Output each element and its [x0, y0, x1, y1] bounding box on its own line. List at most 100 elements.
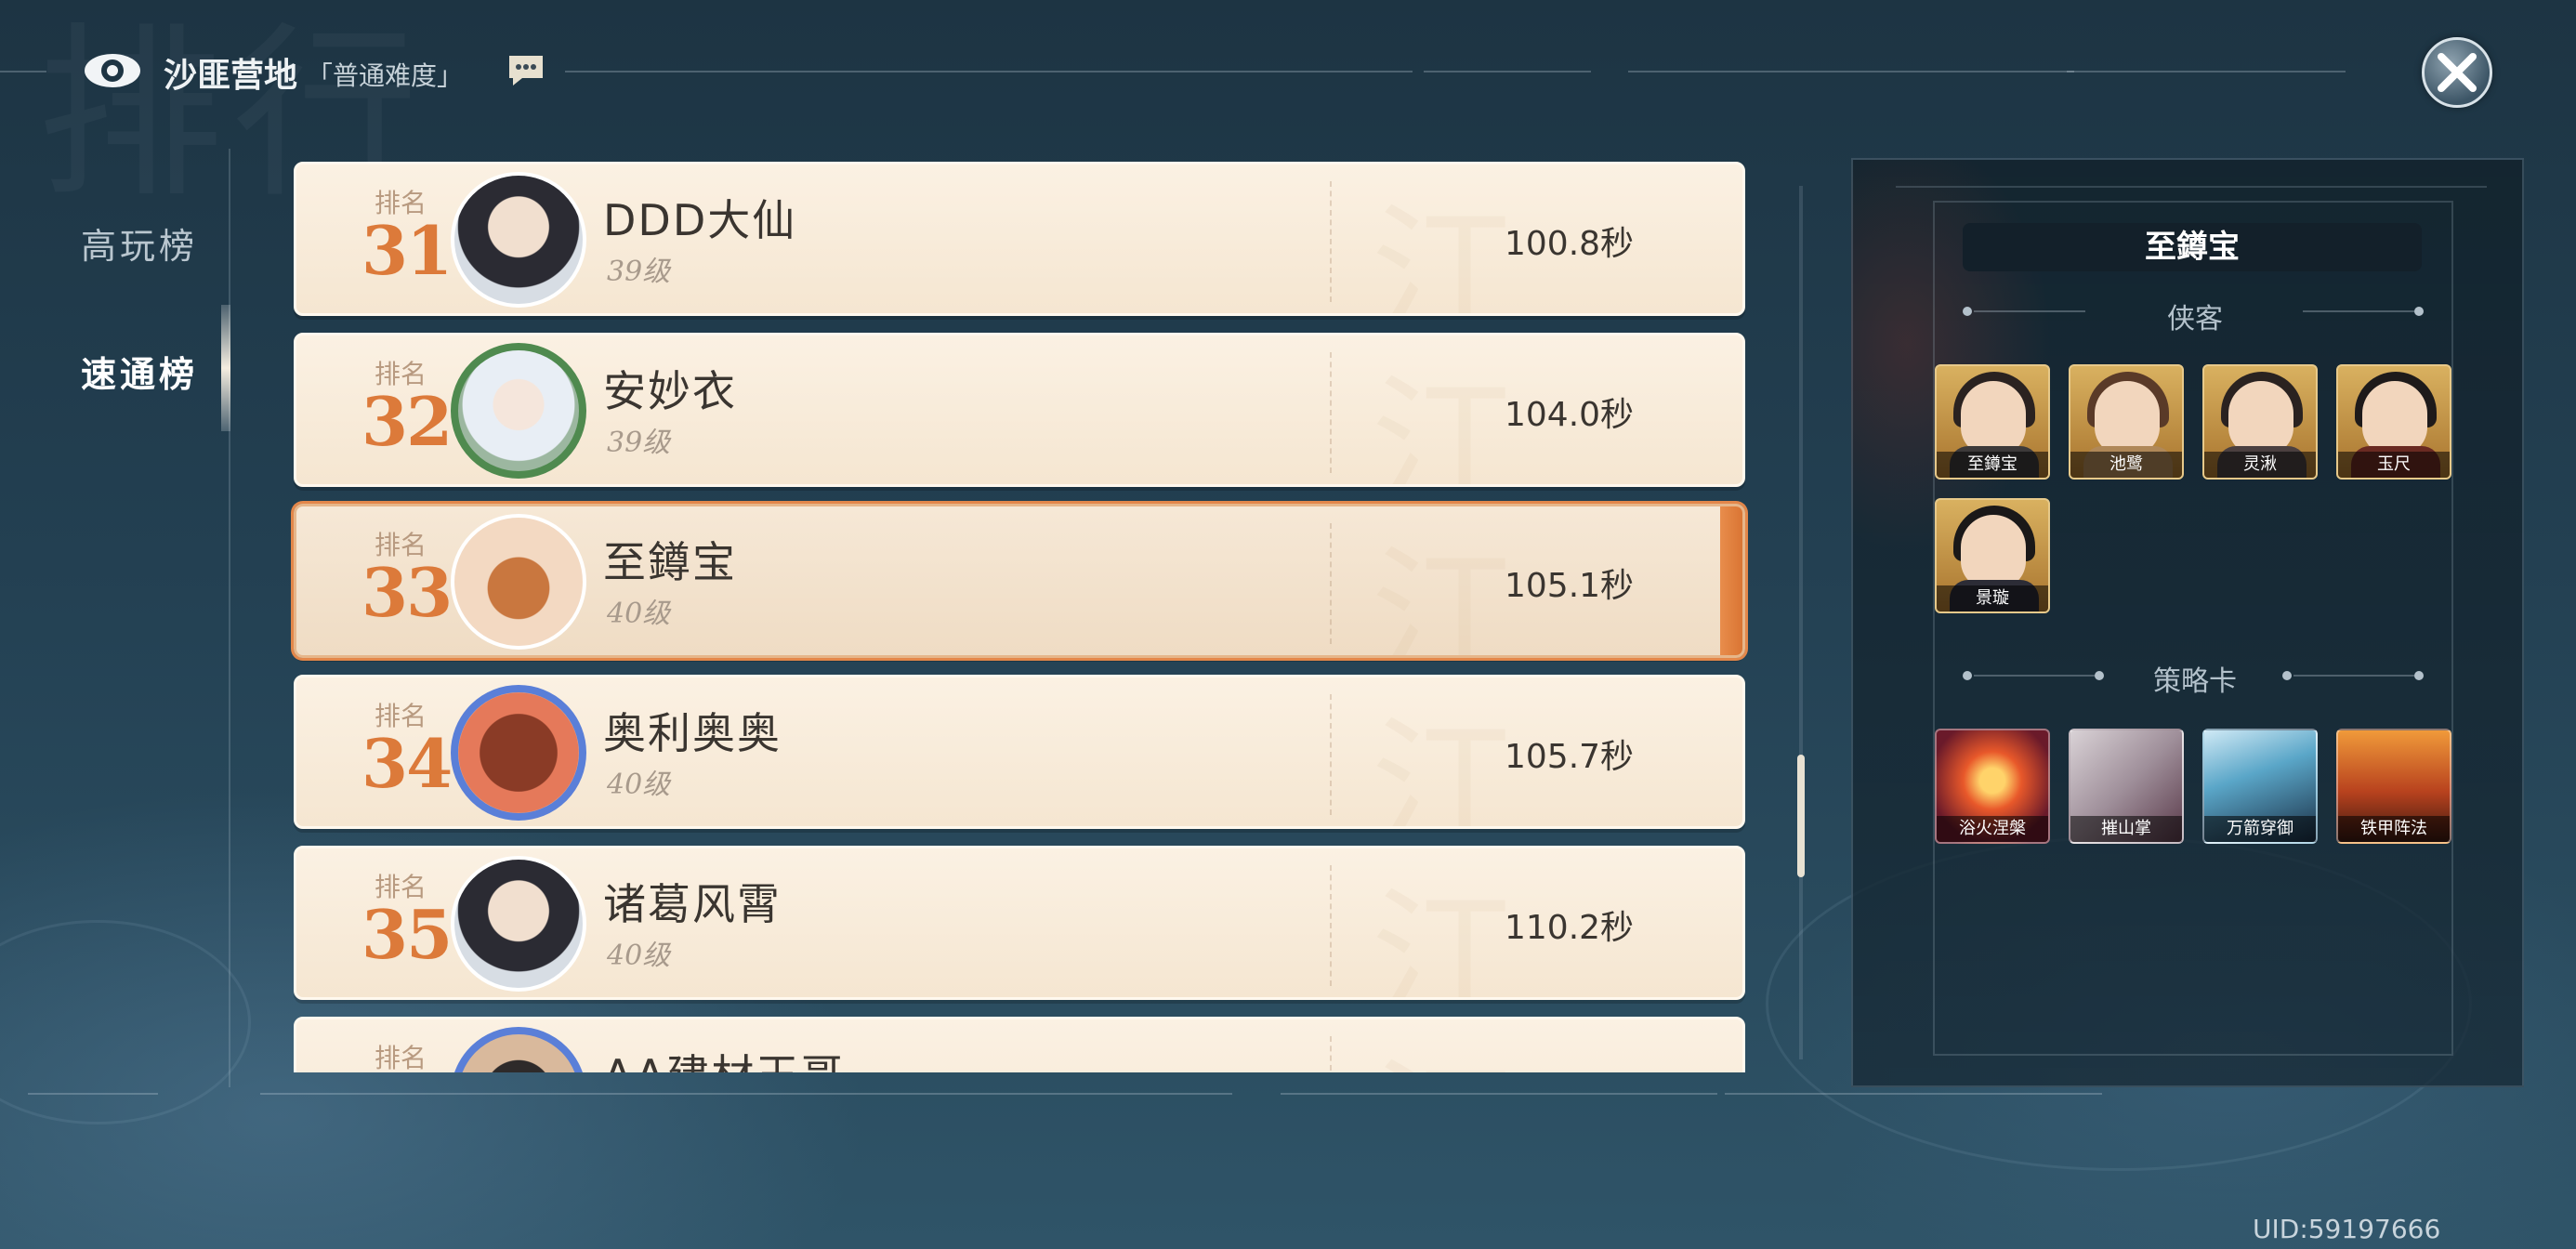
- clear-time: 110.2秒: [1505, 909, 1635, 947]
- hero-portrait: [2362, 381, 2427, 455]
- section-line: [1974, 675, 2095, 677]
- top-divider: [1424, 71, 1591, 72]
- hero-portrait: [1961, 381, 2026, 455]
- row-divider: [1330, 694, 1332, 815]
- clear-time: 105.7秒: [1505, 738, 1635, 776]
- chat-icon[interactable]: [506, 52, 546, 89]
- row-watermark: 江: [1370, 873, 1519, 1000]
- player-name: 奥利奥奥: [603, 708, 782, 758]
- strategy-card[interactable]: 浴火涅槃: [1935, 729, 2050, 844]
- card-name: 摧山掌: [2070, 816, 2182, 842]
- detail-player-name: 至鐏宝: [1963, 223, 2422, 271]
- ranking-row[interactable]: 江 排名 34 奥利奥奥 40级 105.7秒: [294, 675, 1745, 829]
- ranking-row[interactable]: 江 排名 31 DDD大仙 39级 100.8秒: [294, 162, 1745, 316]
- hero-name: 景璇: [1937, 585, 2048, 611]
- row-watermark: 江: [1370, 531, 1519, 658]
- eye-icon[interactable]: [82, 50, 143, 91]
- hero-name: 玉尺: [2338, 452, 2450, 478]
- ranking-row[interactable]: 江 排名 35 诸葛风霄 40级 110.2秒: [294, 846, 1745, 1000]
- heroes-section-title: 侠客: [2167, 303, 2223, 335]
- sidebar-divider: [229, 149, 230, 1087]
- selected-marker: [1720, 506, 1742, 655]
- section-dot: [1963, 671, 1972, 680]
- player-name: DDD大仙: [603, 195, 797, 245]
- ranking-row[interactable]: 江 排名 32 安妙衣 39级 104.0秒: [294, 333, 1745, 487]
- section-dot: [2414, 307, 2424, 316]
- top-divider: [565, 71, 1413, 72]
- bottom-divider: [260, 1093, 1232, 1095]
- section-dot: [2282, 671, 2292, 680]
- player-name: 诸葛风霄: [603, 879, 782, 929]
- section-dot: [2414, 671, 2424, 680]
- ranking-row[interactable]: 江 排名 AA建材王哥: [294, 1017, 1745, 1072]
- player-name: 安妙衣: [603, 366, 737, 416]
- page-title: 沙匪营地: [164, 57, 298, 95]
- hero-card[interactable]: 玉尺: [2336, 364, 2451, 480]
- row-watermark: 江: [1370, 189, 1519, 316]
- avatar[interactable]: [451, 1027, 586, 1072]
- ranking-list[interactable]: 江 排名 31 DDD大仙 39级 100.8秒 江 排名 32 安妙衣 39级…: [288, 154, 1784, 1072]
- tab-speedrun[interactable]: 速通榜: [56, 346, 223, 397]
- cards-section-title: 策略卡: [2153, 665, 2237, 698]
- player-name: 至鐏宝: [603, 537, 737, 587]
- top-divider: [2067, 71, 2346, 72]
- hero-name: 灵湫: [2204, 452, 2316, 478]
- top-divider: [0, 71, 46, 72]
- bottom-divider: [1281, 1093, 1717, 1095]
- bottom-divider: [1725, 1093, 2102, 1095]
- row-divider: [1330, 523, 1332, 644]
- section-line: [2293, 675, 2414, 677]
- avatar[interactable]: [451, 856, 586, 992]
- avatar[interactable]: [451, 172, 586, 308]
- row-watermark: 江: [1370, 702, 1519, 829]
- card-name: 铁甲阵法: [2338, 816, 2450, 842]
- hero-name: 至鐏宝: [1937, 452, 2048, 478]
- user-id: UID:59197666: [2253, 1214, 2441, 1244]
- row-divider: [1330, 1036, 1332, 1072]
- player-name: AA建材王哥: [603, 1042, 845, 1072]
- scrollbar-track[interactable]: [1799, 186, 1803, 1059]
- row-watermark: 江: [1370, 360, 1519, 487]
- hero-portrait: [2095, 381, 2160, 455]
- hero-card[interactable]: 灵湫: [2202, 364, 2318, 480]
- hero-card[interactable]: 景璇: [1935, 498, 2050, 613]
- hero-card[interactable]: 池鹭: [2069, 364, 2184, 480]
- rank-number: 32: [361, 382, 453, 461]
- section-dot: [1963, 307, 1972, 316]
- row-divider: [1330, 865, 1332, 986]
- rank-number: 34: [361, 724, 453, 803]
- section-line: [2303, 310, 2414, 312]
- hero-name: 池鹭: [2070, 452, 2182, 478]
- clear-time: 104.0秒: [1505, 396, 1635, 434]
- tab-high-score[interactable]: 高玩榜: [56, 217, 223, 269]
- rank-number: 31: [361, 211, 453, 290]
- row-divider: [1330, 352, 1332, 473]
- avatar[interactable]: [451, 343, 586, 479]
- active-tab-indicator: [221, 305, 230, 431]
- strategy-card[interactable]: 铁甲阵法: [2336, 729, 2451, 844]
- strategy-card[interactable]: 摧山掌: [2069, 729, 2184, 844]
- bottom-divider: [28, 1093, 158, 1095]
- avatar[interactable]: [451, 514, 586, 650]
- strategy-card[interactable]: 万箭穿御: [2202, 729, 2318, 844]
- hero-card[interactable]: 至鐏宝: [1935, 364, 2050, 480]
- close-button[interactable]: [2422, 37, 2492, 108]
- ranking-row-selected[interactable]: 江 排名 33 至鐏宝 40级 105.1秒: [294, 504, 1745, 658]
- close-icon: [2438, 53, 2477, 92]
- clear-time: 105.1秒: [1505, 567, 1635, 605]
- row-divider: [1330, 181, 1332, 302]
- player-level: 40级: [607, 769, 671, 801]
- top-divider: [1628, 71, 2074, 72]
- difficulty-label: 「普通难度」: [307, 60, 464, 91]
- panel-top-line: [1896, 186, 2487, 188]
- card-name: 浴火涅槃: [1937, 816, 2048, 842]
- rank-label: 排名: [375, 1043, 427, 1072]
- section-line: [1974, 310, 2085, 312]
- scrollbar-thumb[interactable]: [1797, 755, 1805, 877]
- player-level: 40级: [607, 598, 671, 630]
- card-name: 万箭穿御: [2204, 816, 2316, 842]
- player-level: 40级: [607, 940, 671, 972]
- avatar[interactable]: [451, 685, 586, 821]
- clear-time: 100.8秒: [1505, 225, 1635, 263]
- row-watermark: 江: [1371, 1019, 1519, 1072]
